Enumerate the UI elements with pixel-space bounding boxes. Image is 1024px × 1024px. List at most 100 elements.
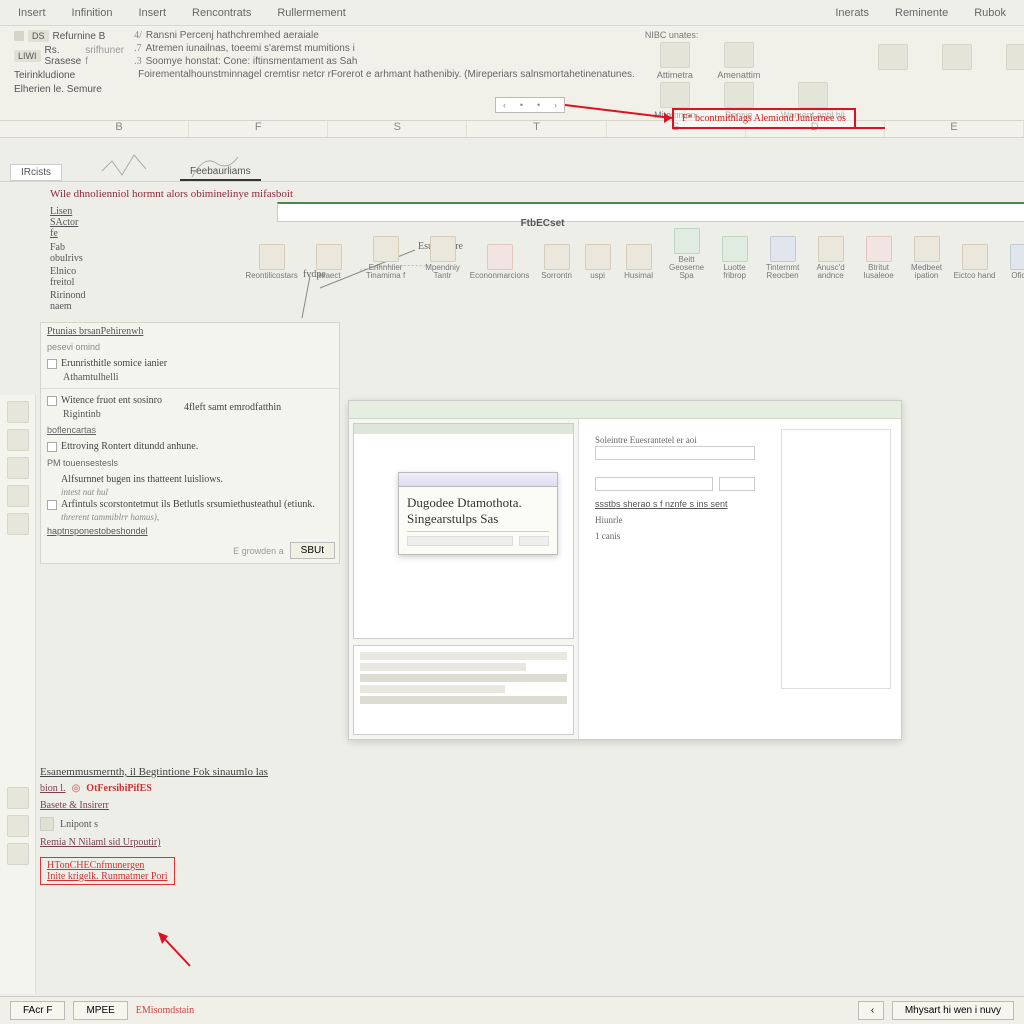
sheet-tab-active[interactable]: Feebaurliams: [180, 164, 261, 181]
form-label: Hiunrle: [595, 515, 755, 525]
side-tool-icon[interactable]: [7, 787, 29, 809]
ribbon2-icon[interactable]: [866, 236, 892, 262]
ribbon-left-item[interactable]: Teirinkludione: [14, 70, 75, 81]
ribbon2-icon[interactable]: [674, 228, 700, 254]
side-tool-icon[interactable]: [7, 457, 29, 479]
preview-page-icon: [781, 429, 891, 689]
status-nav-button[interactable]: ‹: [858, 1001, 884, 1020]
menu-item[interactable]: Rencontrats: [192, 7, 251, 19]
menu-item-right[interactable]: Reminente: [895, 7, 948, 19]
ribbon-left-item[interactable]: Rs. Srasese: [45, 45, 82, 67]
ribbon2-icon[interactable]: [487, 244, 513, 270]
checkbox[interactable]: [47, 359, 57, 369]
preview-window: Dugodee Dtamothota. Singearstulps Sas: [348, 400, 902, 740]
step-label[interactable]: OtFersibiPifES: [86, 783, 152, 794]
zoom-control[interactable]: ‹••›: [495, 97, 565, 113]
ribbon-line: Foirementalhounstminnagel cremtisr netcr…: [138, 69, 635, 80]
menu-item-right[interactable]: Rubok: [974, 7, 1006, 19]
checkbox[interactable]: [47, 396, 57, 406]
ribbon2-icon[interactable]: [770, 236, 796, 262]
ribbon2-icon[interactable]: [544, 244, 570, 270]
menu-item[interactable]: Infinition: [72, 7, 113, 19]
ribbon-icon[interactable]: [724, 42, 754, 68]
step-label[interactable]: Lnipont s: [60, 819, 98, 830]
form-input[interactable]: [595, 477, 713, 491]
steps-heading: Esanemmusmernth, il Begtintione Fok sina…: [40, 764, 1004, 780]
panel-apply-button[interactable]: SBUt: [290, 542, 335, 559]
option-sublabel: Athamtulhelli: [63, 371, 333, 384]
ribbon2-icon[interactable]: [316, 244, 342, 270]
ribbon2-icon[interactable]: [259, 244, 285, 270]
menubar: Insert Infinition Insert Rencontrats Rul…: [0, 0, 1024, 26]
option-label: 4fleft samt emrodfatthin: [184, 402, 281, 413]
ribbon-icon[interactable]: [660, 82, 690, 108]
form-label: Soleintre Euesrantetel er aoi: [595, 435, 755, 445]
menu-item[interactable]: Insert: [18, 7, 46, 19]
checkbox[interactable]: [47, 500, 57, 510]
side-tool-icon[interactable]: [7, 429, 29, 451]
preview-titlebar[interactable]: [349, 401, 901, 419]
formula-bar[interactable]: [277, 202, 1024, 222]
preview-form: Soleintre Euesrantetel er aoi ssstbs she…: [595, 429, 755, 542]
step-label[interactable]: Remia N Nilaml sid Urpoutir): [40, 837, 161, 848]
ribbon2-icon[interactable]: [818, 236, 844, 262]
ribbon-icon[interactable]: [1006, 44, 1024, 70]
panel-title: Ptunias brsanPehirenwh: [41, 323, 339, 340]
side-list: Lisen SActor fe Fab obulrivs Elnico frei…: [0, 202, 92, 318]
col-header[interactable]: E: [885, 121, 1024, 137]
sparkline-icon: [100, 151, 150, 181]
ribbon-icon[interactable]: [660, 42, 690, 68]
side-list-item[interactable]: Ririnond naem: [50, 290, 86, 312]
section-heading: Wile dhnolienniol hormnt alors obimineli…: [0, 182, 1024, 202]
menu-item-right[interactable]: Inerats: [835, 7, 869, 19]
side-tool-icon[interactable]: [7, 843, 29, 865]
ribbon-left-item[interactable]: Refurnine B: [53, 31, 106, 42]
ribbon2-icon[interactable]: [1010, 244, 1024, 270]
badge-icon: ◎: [72, 783, 81, 794]
col-header[interactable]: B: [50, 121, 189, 137]
status-info[interactable]: Mhysart hi wen i nuvy: [892, 1001, 1014, 1020]
ribbon2-icon[interactable]: [962, 244, 988, 270]
side-tool-icon[interactable]: [7, 401, 29, 423]
ribbon-line: Ransni Percenj hathchremhed aeraiale: [146, 30, 319, 41]
ribbon-icon[interactable]: [878, 44, 908, 70]
ribbon-left-list: DSRefurnine B LIWIRs. Srasesesrifhuner f…: [14, 30, 124, 120]
ribbon-icon[interactable]: [724, 82, 754, 108]
status-button[interactable]: FAcr F: [10, 1001, 65, 1020]
ribbon-icon[interactable]: [798, 82, 828, 108]
ribbon2-icon[interactable]: [373, 236, 399, 262]
menu-item[interactable]: Rullermement: [277, 7, 345, 19]
col-header[interactable]: T: [467, 121, 606, 137]
ribbon-icon[interactable]: [942, 44, 972, 70]
panel-link[interactable]: haptnsponestobeshondel: [41, 524, 339, 538]
checkbox[interactable]: [47, 442, 57, 452]
menu-item[interactable]: Insert: [139, 7, 167, 19]
mini-chart-row: IRcists Feebaurliams: [0, 138, 1024, 182]
side-tool-icon[interactable]: [7, 815, 29, 837]
side-tool-icon[interactable]: [7, 485, 29, 507]
side-list-item[interactable]: Fab obulrivs: [50, 242, 86, 264]
ribbon2-icon[interactable]: [914, 236, 940, 262]
status-bar: FAcr F MPEE EMisomdstain ‹ Mhysart hi we…: [0, 996, 1024, 1024]
ribbon-line: Atremen iunailnas, toeemi s'aremst mumit…: [146, 43, 355, 54]
status-button[interactable]: MPEE: [73, 1001, 127, 1020]
step-label[interactable]: Basete & Insirerr: [40, 800, 109, 811]
col-header[interactable]: S: [328, 121, 467, 137]
ribbon2-icon[interactable]: [722, 236, 748, 262]
column-headers: B F S T S D E: [0, 120, 1024, 138]
ribbon2-icon[interactable]: [430, 236, 456, 262]
sheet-tab[interactable]: IRcists: [10, 164, 62, 181]
ribbon2-icon[interactable]: [585, 244, 611, 270]
ribbon2-icon[interactable]: [626, 244, 652, 270]
steps-section: Esanemmusmernth, il Begtintione Fok sina…: [40, 764, 1004, 885]
ribbon-left-item[interactable]: Elherien le. Semure: [14, 84, 102, 95]
col-header[interactable]: F: [189, 121, 328, 137]
side-list-item[interactable]: Elnico freitol: [50, 266, 86, 288]
options-panel: Ptunias brsanPehirenwh pesevi omind Erun…: [40, 322, 340, 564]
side-list-header: Lisen SActor fe: [50, 206, 86, 239]
side-tool-icon[interactable]: [7, 513, 29, 535]
form-input[interactable]: [595, 446, 755, 460]
preview-thumbnail[interactable]: Dugodee Dtamothota. Singearstulps Sas: [353, 423, 574, 639]
form-input[interactable]: [719, 477, 755, 491]
preview-thumbnail[interactable]: [353, 645, 574, 735]
